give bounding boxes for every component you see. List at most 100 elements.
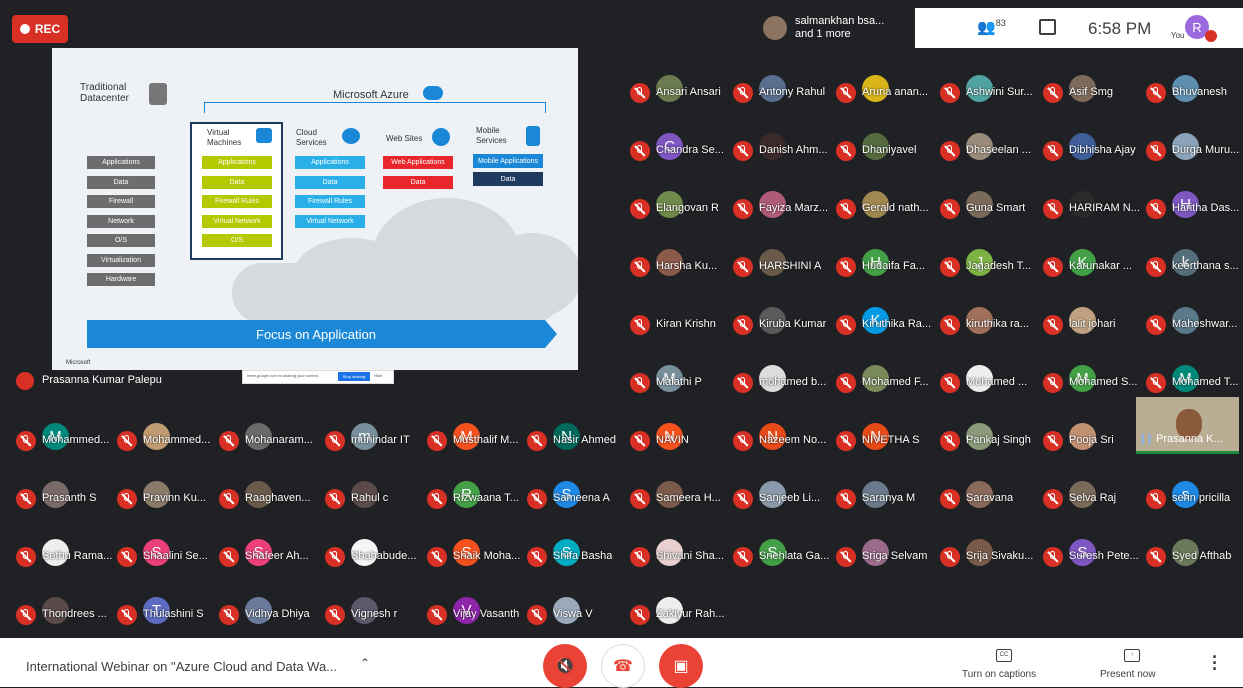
participant-tile[interactable]: Dhaseelan ... (940, 133, 1040, 163)
participant-tile[interactable]: Vidhya Dhiya (219, 597, 319, 627)
pinned-presenter[interactable]: salmankhan bsa... and 1 more (757, 8, 915, 48)
chevron-up-icon[interactable]: ⌃ (360, 656, 370, 670)
present-label[interactable]: Present now (1100, 669, 1156, 680)
participant-tile[interactable]: Sameera H... (630, 481, 730, 511)
participant-tile[interactable]: Danish Ahm... (733, 133, 833, 163)
participant-tile[interactable]: Srija Sivaku... (940, 539, 1040, 569)
people-button[interactable]: 👥83 (977, 18, 1006, 36)
participant-tile[interactable]: s serin pricilla (1146, 481, 1243, 511)
participant-tile[interactable]: Pankaj Singh (940, 423, 1040, 453)
participant-tile[interactable]: Mohamed F... (836, 365, 936, 395)
participant-tile[interactable]: H Hudaifa Fa... (836, 249, 936, 279)
participant-tile[interactable]: R Rizwaana T... (427, 481, 527, 511)
participant-tile[interactable]: Syed Afthab (1146, 539, 1243, 569)
more-options-icon[interactable]: · · · (1212, 648, 1218, 678)
participant-tile[interactable]: Saranya M (836, 481, 936, 511)
participant-tile[interactable]: Maheshwar... (1146, 307, 1243, 337)
participant-tile[interactable]: HARSHINI A (733, 249, 833, 279)
participant-tile[interactable]: Bhuvanesh (1146, 75, 1243, 105)
participant-tile[interactable]: Sethu Rama... (16, 539, 116, 569)
participant-tile[interactable]: Dibhisha Ajay (1043, 133, 1143, 163)
participant-tile[interactable]: C Chandra Se... (630, 133, 730, 163)
participant-tile[interactable]: J Jagadesh T... (940, 249, 1040, 279)
captions-icon[interactable]: CC (996, 649, 1012, 662)
participant-tile[interactable]: Vignesh r (325, 597, 425, 627)
share-text: meet.google.com is sharing your screen. (247, 373, 320, 378)
leave-call-button[interactable]: ☎ (601, 644, 645, 688)
participant-tile[interactable]: K Karunakar ... (1043, 249, 1143, 279)
participant-tile[interactable]: N NIVETHA S (836, 423, 936, 453)
participant-tile[interactable]: Sriga Selvam (836, 539, 936, 569)
azure-bracket (204, 102, 546, 113)
participant-tile[interactable]: M Musthalif M... (427, 423, 527, 453)
participant-tile[interactable]: Pravinn Ku... (117, 481, 217, 511)
participant-tile[interactable]: M Mohammed... (16, 423, 116, 453)
participant-tile[interactable]: S Snehlata Ga... (733, 539, 833, 569)
participant-tile[interactable]: Mohammed... (117, 423, 217, 453)
participant-tile[interactable]: Kiruba Kumar (733, 307, 833, 337)
muted-mic-icon (325, 547, 345, 567)
participant-tile[interactable]: K Kiruthika Ra... (836, 307, 936, 337)
participant-tile[interactable]: Gerald nath... (836, 191, 936, 221)
participant-tile[interactable]: Zakiyur Rah... (630, 597, 730, 627)
participant-tile[interactable]: N NAVIN (630, 423, 730, 453)
muted-mic-icon (527, 431, 547, 451)
participant-tile[interactable]: S Sameena A (527, 481, 627, 511)
participant-tile[interactable]: Rahul c (325, 481, 425, 511)
camera-toggle-button[interactable]: ▣ (659, 644, 703, 688)
participant-tile[interactable]: S Shaalini Se... (117, 539, 217, 569)
participant-tile[interactable]: Prasanth S (16, 481, 116, 511)
meeting-title[interactable]: International Webinar on "Azure Cloud an… (26, 659, 337, 674)
participant-tile[interactable]: Ansari Ansari (630, 75, 730, 105)
participant-tile[interactable]: V Vijay Vasanth (427, 597, 527, 627)
participant-tile[interactable]: Viswa V (527, 597, 627, 627)
muted-mic-icon (630, 547, 650, 567)
participant-tile[interactable]: S Shifa Basha (527, 539, 627, 569)
participant-tile[interactable]: Saravana (940, 481, 1040, 511)
participant-tile[interactable]: kiruthika ra... (940, 307, 1040, 337)
participant-tile[interactable]: Raaghaven... (219, 481, 319, 511)
participant-tile[interactable]: lalit johari (1043, 307, 1143, 337)
self-video-tile[interactable]: ▎▎ Prasanna K... (1136, 397, 1239, 454)
participant-tile[interactable]: Ashwini Sur... (940, 75, 1040, 105)
participant-tile[interactable]: Kiran Krishn (630, 307, 730, 337)
participant-tile[interactable]: m munindar IT (325, 423, 425, 453)
participant-tile[interactable]: N Nasir Ahmed (527, 423, 627, 453)
participant-tile[interactable]: Antony Rahul (733, 75, 833, 105)
participant-tile[interactable]: Asif Smg (1043, 75, 1143, 105)
participant-tile[interactable]: N Nazeem No... (733, 423, 833, 453)
participant-tile[interactable]: Fayiza Marz... (733, 191, 833, 221)
participant-tile[interactable]: Mohanaram... (219, 423, 319, 453)
participant-tile[interactable]: Mohamed ... (940, 365, 1040, 395)
captions-label[interactable]: Turn on captions (962, 669, 1036, 680)
participant-tile[interactable]: Pooja Sri (1043, 423, 1143, 453)
participant-tile[interactable]: Durga Muru... (1146, 133, 1243, 163)
participant-tile[interactable]: Elangovan R (630, 191, 730, 221)
participant-tile[interactable]: k keerthana s... (1146, 249, 1243, 279)
participant-tile[interactable]: S Suresh Pete... (1043, 539, 1143, 569)
participant-tile[interactable]: T Thulashini S (117, 597, 217, 627)
present-icon[interactable]: ↑ (1124, 649, 1140, 662)
participant-tile[interactable]: Aruna anan... (836, 75, 936, 105)
participant-tile[interactable]: Harsha Ku... (630, 249, 730, 279)
participant-tile[interactable]: Shivani Sha... (630, 539, 730, 569)
participant-tile[interactable]: Thondrees ... (16, 597, 116, 627)
participant-tile[interactable]: HARIRAM N... (1043, 191, 1143, 221)
stop-sharing-button[interactable]: Stop sharing (338, 372, 370, 381)
participant-tile[interactable]: M Malathi P (630, 365, 730, 395)
chat-icon[interactable] (1039, 19, 1056, 35)
participant-tile[interactable]: Selva Raj (1043, 481, 1143, 511)
mic-toggle-button[interactable]: 🔇 (543, 644, 587, 688)
participant-tile[interactable]: H Haritha Das... (1146, 191, 1243, 221)
hide-button[interactable]: Hide (374, 373, 382, 378)
participant-name: Pravinn Ku... (143, 492, 206, 504)
participant-tile[interactable]: Dhaniyavel (836, 133, 936, 163)
participant-tile[interactable]: S Shaik Moha... (427, 539, 527, 569)
participant-tile[interactable]: M Mohamed S... (1043, 365, 1143, 395)
participant-tile[interactable]: Shahabude... (325, 539, 425, 569)
participant-tile[interactable]: M Mohamed T... (1146, 365, 1243, 395)
participant-tile[interactable]: Guna Smart (940, 191, 1040, 221)
participant-tile[interactable]: S Shafeer Ah... (219, 539, 319, 569)
participant-tile[interactable]: Sanjeeb Li... (733, 481, 833, 511)
participant-tile[interactable]: mohamed b... (733, 365, 833, 395)
